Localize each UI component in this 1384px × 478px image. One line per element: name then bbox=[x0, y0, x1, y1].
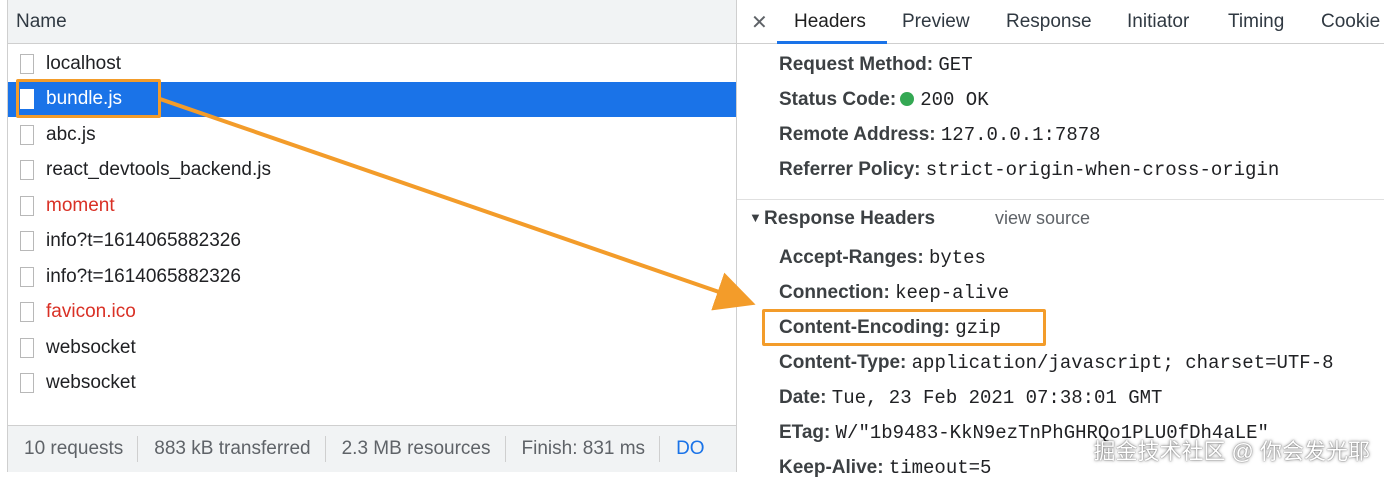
annotation-arrow bbox=[159, 97, 756, 311]
watermark-text: 掘金技术社区 @ 你会发光耶 bbox=[1093, 439, 1370, 464]
arrow-line bbox=[159, 97, 756, 311]
